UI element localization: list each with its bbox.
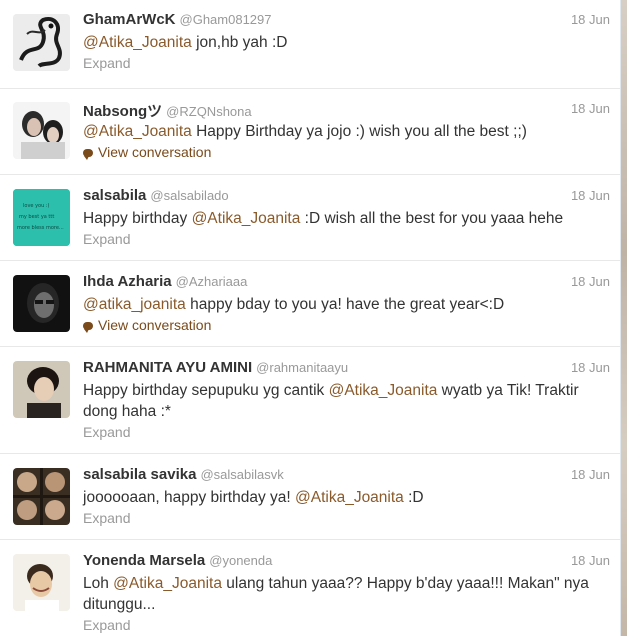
- tweet-text-segment: jon,hb yah :D: [191, 34, 288, 51]
- username[interactable]: @yonenda: [209, 553, 272, 568]
- timestamp[interactable]: 18 Jun: [571, 188, 610, 203]
- tweet-item[interactable]: love you :) my best ya ttt more bless mo…: [0, 175, 620, 261]
- username[interactable]: @Azhariaaa: [176, 274, 248, 289]
- tweet-header: GhamArWcK @Gham081297 18 Jun: [83, 11, 610, 31]
- expand-link[interactable]: Expand: [83, 231, 610, 247]
- timestamp[interactable]: 18 Jun: [571, 12, 610, 27]
- tweet-header: salsabila savika @salsabilasvk 18 Jun: [83, 466, 610, 486]
- mention-link[interactable]: @atika_joanita: [83, 296, 186, 313]
- tweet-text: Happy birthday @Atika_Joanita :D wish al…: [83, 208, 610, 229]
- view-conversation-label: View conversation: [98, 144, 212, 160]
- avatar[interactable]: love you :) my best ya ttt more bless mo…: [13, 189, 70, 246]
- timestamp[interactable]: 18 Jun: [571, 553, 610, 568]
- avatar-note-line: love you :): [23, 203, 50, 209]
- mention-link[interactable]: @Atika_Joanita: [192, 210, 301, 227]
- timestamp[interactable]: 18 Jun: [571, 467, 610, 482]
- username[interactable]: @salsabilasvk: [200, 467, 283, 482]
- fullname[interactable]: GhamArWcK: [83, 11, 176, 28]
- expand-link[interactable]: Expand: [83, 424, 610, 440]
- mention-link[interactable]: @Atika_Joanita: [295, 489, 404, 506]
- expand-link[interactable]: Expand: [83, 55, 610, 71]
- mention-link[interactable]: @Atika_Joanita: [83, 34, 192, 51]
- tweet-item[interactable]: Yonenda Marsela @yonenda 18 Jun Loh @Atik…: [0, 540, 620, 636]
- tweet-text-segment: Happy Birthday ya jojo :) wish you all t…: [191, 123, 527, 140]
- username[interactable]: @rahmanitaayu: [256, 360, 348, 375]
- tweet-header: RAHMANITA AYU AMINI @rahmanitaayu 18 Jun: [83, 359, 610, 379]
- tweet-text-segment: Happy birthday sepupuku yg cantik: [83, 382, 329, 399]
- expand-link[interactable]: Expand: [83, 617, 610, 633]
- fullname[interactable]: salsabila savika: [83, 466, 196, 483]
- avatar[interactable]: [13, 468, 70, 525]
- conversation-bubble-icon: [83, 149, 93, 160]
- tweet-text: joooooaan, happy birthday ya! @Atika_Joa…: [83, 487, 610, 508]
- tweet-header: Yonenda Marsela @yonenda 18 Jun: [83, 552, 610, 572]
- mention-link[interactable]: @Atika_Joanita: [329, 382, 438, 399]
- tweet-item[interactable]: GhamArWcK @Gham081297 18 Jun @Atika_Joani…: [0, 0, 620, 89]
- mention-link[interactable]: @Atika_Joanita: [83, 123, 192, 140]
- tweet-header: Ihda Azharia @Azhariaaa 18 Jun: [83, 273, 610, 293]
- tweet-header: salsabila @salsabilado 18 Jun: [83, 187, 610, 207]
- expand-link[interactable]: Expand: [83, 510, 610, 526]
- avatar[interactable]: [13, 102, 70, 159]
- timestamp[interactable]: 18 Jun: [571, 101, 610, 116]
- username[interactable]: @RZQNshona: [166, 104, 251, 119]
- tweet-text: @Atika_Joanita Happy Birthday ya jojo :)…: [83, 121, 610, 142]
- tweet-stream: GhamArWcK @Gham081297 18 Jun @Atika_Joani…: [0, 0, 621, 636]
- avatar[interactable]: [13, 554, 70, 611]
- tweet-text-segment: Loh: [83, 575, 114, 592]
- tweet-text-segment: joooooaan, happy birthday ya!: [83, 489, 295, 506]
- fullname[interactable]: Yonenda Marsela: [83, 552, 205, 569]
- username[interactable]: @Gham081297: [180, 12, 272, 27]
- fullname[interactable]: salsabila: [83, 187, 146, 204]
- tweet-text: @atika_joanita happy bday to you ya! hav…: [83, 294, 610, 315]
- tweet-item[interactable]: RAHMANITA AYU AMINI @rahmanitaayu 18 Jun …: [0, 347, 620, 454]
- timestamp[interactable]: 18 Jun: [571, 360, 610, 375]
- conversation-bubble-icon: [83, 322, 93, 333]
- mention-link[interactable]: @Atika_Joanita: [113, 575, 222, 592]
- tweet-item[interactable]: Ihda Azharia @Azhariaaa 18 Jun @atika_joa…: [0, 261, 620, 347]
- username[interactable]: @salsabilado: [150, 188, 228, 203]
- avatar[interactable]: [13, 361, 70, 418]
- tweet-item[interactable]: salsabila savika @salsabilasvk 18 Jun joo…: [0, 454, 620, 540]
- view-conversation-link[interactable]: View conversation: [83, 144, 610, 160]
- fullname[interactable]: Nabsongツ: [83, 103, 162, 120]
- fullname[interactable]: RAHMANITA AYU AMINI: [83, 359, 252, 376]
- tweet-item[interactable]: Nabsongツ @RZQNshona 18 Jun @Atika_Joanita…: [0, 89, 620, 175]
- avatar-note-line: my best ya ttt: [19, 214, 54, 220]
- view-conversation-link[interactable]: View conversation: [83, 317, 610, 333]
- background-edge: [621, 0, 627, 636]
- tweet-text: Loh @Atika_Joanita ulang tahun yaaa?? Ha…: [83, 573, 610, 615]
- view-conversation-label: View conversation: [98, 317, 212, 333]
- tweet-text: @Atika_Joanita jon,hb yah :D: [83, 32, 610, 53]
- tweet-header: Nabsongツ @RZQNshona 18 Jun: [83, 100, 610, 120]
- tweet-text: Happy birthday sepupuku yg cantik @Atika…: [83, 380, 610, 422]
- tweet-text-segment: Happy birthday: [83, 210, 192, 227]
- timestamp[interactable]: 18 Jun: [571, 274, 610, 289]
- avatar[interactable]: [13, 14, 70, 71]
- avatar[interactable]: [13, 275, 70, 332]
- tweet-text-segment: :D: [403, 489, 424, 506]
- avatar-note-line: more bless more...: [17, 225, 64, 231]
- fullname[interactable]: Ihda Azharia: [83, 273, 172, 290]
- tweet-text-segment: :D wish all the best for you yaaa hehe: [300, 210, 564, 227]
- tweet-text-segment: happy bday to you ya! have the great yea…: [185, 296, 505, 313]
